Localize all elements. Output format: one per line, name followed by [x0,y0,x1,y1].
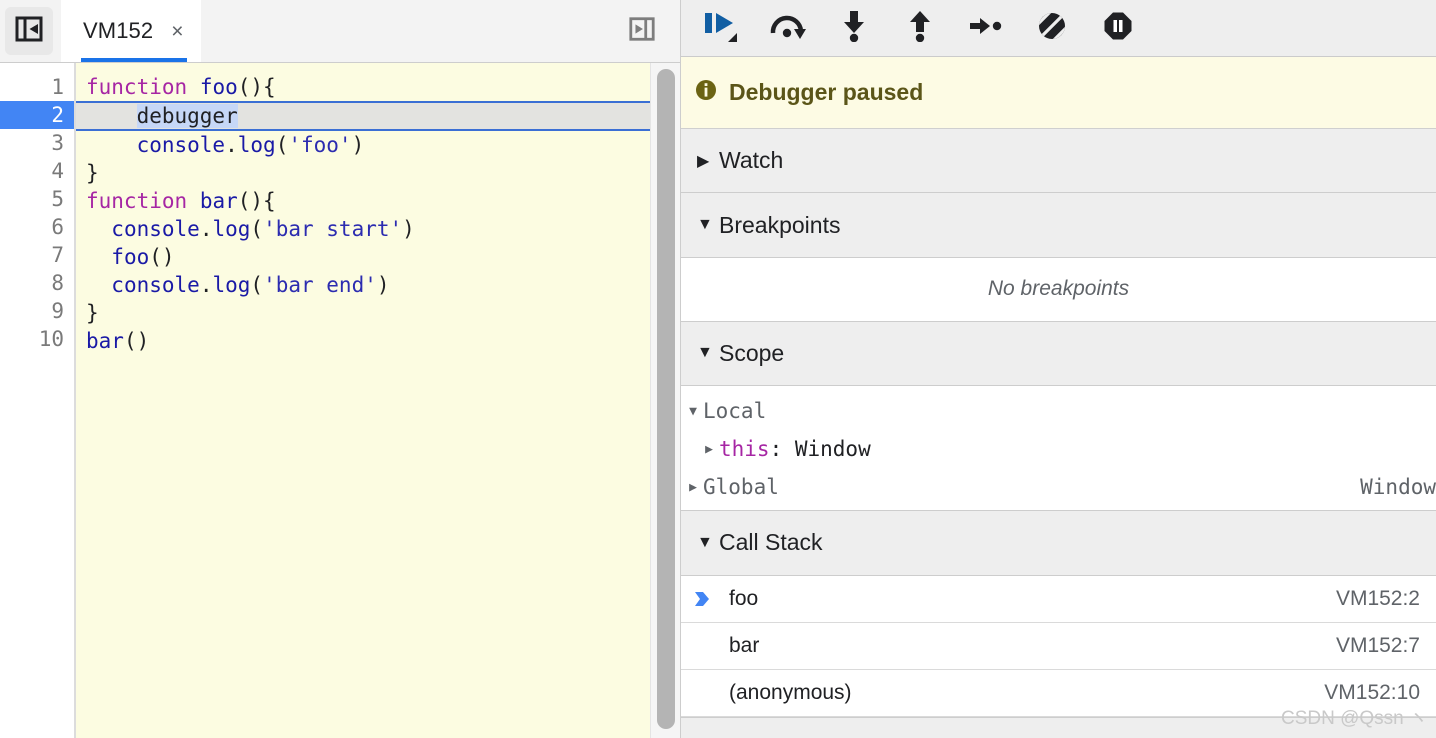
scope-name: Local [703,399,767,424]
line-number[interactable]: 3 [0,129,74,157]
pause-on-exceptions-icon [1103,11,1133,46]
frame-location: VM152:10 [1324,680,1420,704]
call-stack-frame[interactable]: bar VM152:7 [681,623,1436,670]
no-breakpoints-message: No breakpoints [681,258,1436,322]
step-into-button[interactable] [821,5,887,51]
code-line-2-paused: debugger [76,101,680,131]
tab-label: VM152 [83,18,154,43]
resume-icon [702,9,742,48]
scope-row-global[interactable]: ▶ Global Window [681,468,1436,506]
chevron-down-icon: ▼ [697,216,713,234]
scope-property-value: : Window [769,437,871,462]
line-number[interactable]: 6 [0,213,74,241]
tab-vm152[interactable]: VM152 × [61,0,202,62]
code-line-4: } [86,161,99,185]
selected-token: debugger [136,104,238,128]
section-title-breakpoints: Breakpoints [719,211,841,238]
next-section-header-partial[interactable] [681,716,1436,738]
code-line-5: function bar(){ [86,189,276,213]
close-icon[interactable]: × [167,19,187,44]
deactivate-breakpoints-icon [1037,11,1067,46]
debugger-sidebar: Debugger paused ▶ Watch ▼ Breakpoints No… [680,0,1436,738]
line-number[interactable]: 5 [0,185,74,213]
section-header-call-stack[interactable]: ▼ Call Stack [681,511,1436,576]
line-number[interactable]: 10 [0,325,74,353]
code-line-1: function foo(){ [86,75,276,99]
code-line-8: console.log('bar end') [111,273,390,297]
scrollbar-thumb[interactable] [657,69,675,729]
line-number[interactable]: 9 [0,297,74,325]
line-number-paused[interactable]: 2 [0,101,74,129]
call-stack-frame-active[interactable]: foo VM152:2 [681,576,1436,623]
show-debugger-sidebar-button[interactable] [624,13,660,49]
show-navigator-icon [14,14,44,49]
active-frame-arrow-icon [693,590,723,608]
step-over-button[interactable] [755,5,821,51]
section-title-call-stack: Call Stack [719,529,823,556]
debugger-toolbar [681,0,1436,57]
step-into-icon [841,10,867,47]
step-icon [969,16,1003,41]
code-area[interactable]: function foo(){ debugger console.log('fo… [76,63,680,738]
devtools-sources-panel: VM152 × 1 2 3 4 5 6 7 8 9 10 function fo… [0,0,1436,738]
line-number[interactable]: 1 [0,73,74,101]
editor-vertical-scrollbar[interactable] [650,63,680,738]
section-header-watch[interactable]: ▶ Watch [681,129,1436,194]
frame-location: VM152:7 [1335,633,1420,657]
code-line-9: } [86,301,99,325]
step-out-button[interactable] [887,5,953,51]
show-navigator-button[interactable] [5,7,53,55]
resume-script-execution-button[interactable] [689,5,755,51]
frame-name: (anonymous) [729,680,852,704]
debugger-paused-banner: Debugger paused [681,57,1436,129]
token-function-name: foo [199,75,238,99]
chevron-down-icon: ▼ [689,403,697,419]
code-line-7: foo() [111,245,175,269]
chevron-right-icon: ▶ [705,441,713,457]
line-number[interactable]: 7 [0,241,74,269]
chevron-down-icon: ▼ [697,344,713,362]
editor-pane: VM152 × 1 2 3 4 5 6 7 8 9 10 function fo… [0,0,680,738]
code-line-3: console.log('foo') [136,133,365,157]
section-header-breakpoints[interactable]: ▼ Breakpoints [681,193,1436,258]
step-button[interactable] [953,5,1019,51]
token-keyword: function [86,75,188,99]
deactivate-breakpoints-button[interactable] [1019,5,1085,51]
scope-name: Global [703,475,779,500]
section-header-scope[interactable]: ▼ Scope [681,321,1436,387]
chevron-right-icon: ▶ [689,479,697,495]
paused-banner-text: Debugger paused [729,79,924,105]
frame-name: bar [729,633,760,657]
scope-property-name: this [719,437,770,462]
code-line-10: bar() [86,329,150,353]
step-out-icon [907,10,933,47]
section-title-watch: Watch [719,147,784,174]
scope-body: ▼ Local ▶ this : Window ▶ Global Window [681,386,1436,512]
call-stack-frame[interactable]: (anonymous) VM152:10 [681,670,1436,717]
line-number-gutter: 1 2 3 4 5 6 7 8 9 10 [0,63,76,738]
scope-row-this[interactable]: ▶ this : Window [681,430,1436,468]
step-over-icon [770,11,806,46]
call-stack-body: foo VM152:2 bar VM152:7 (anonymous) VM15… [681,575,1436,717]
chevron-right-icon: ▶ [697,152,710,170]
tabs-row: VM152 × [61,0,202,62]
frame-name: foo [729,586,759,610]
tab-strip: VM152 × [0,0,680,63]
code-view: 1 2 3 4 5 6 7 8 9 10 function foo(){ deb… [0,63,680,738]
pause-on-exceptions-button[interactable] [1085,5,1151,51]
show-debugger-icon [628,15,656,48]
scope-global-value: Window [1360,475,1436,500]
line-number[interactable]: 4 [0,157,74,185]
code-line-6: console.log('bar start') [111,217,415,241]
section-title-scope: Scope [719,339,785,366]
line-number[interactable]: 8 [0,269,74,297]
breakpoints-body: No breakpoints [681,257,1436,322]
chevron-down-icon: ▼ [697,533,713,551]
scope-row-local[interactable]: ▼ Local [681,392,1436,430]
frame-location: VM152:2 [1335,586,1420,610]
info-icon [695,79,717,106]
